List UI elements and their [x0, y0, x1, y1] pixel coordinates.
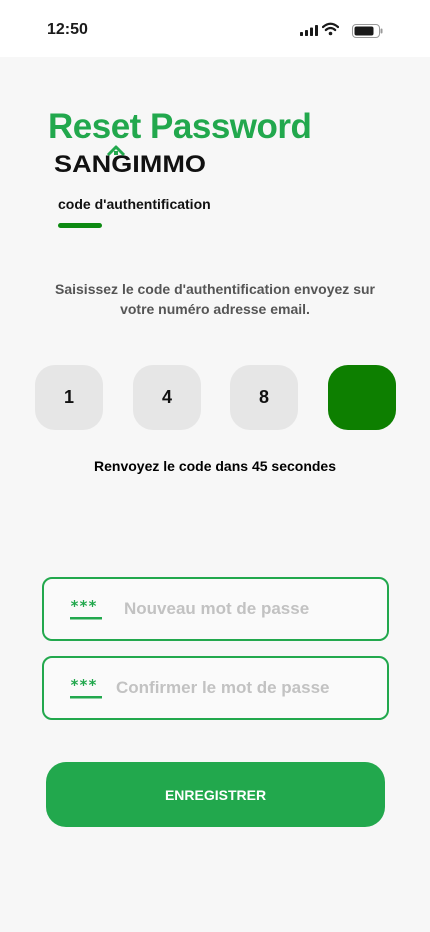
wifi-icon	[322, 22, 339, 36]
otp-digit-4[interactable]	[328, 365, 396, 430]
svg-text:SANGIMMO: SANGIMMO	[54, 151, 206, 178]
otp-digit-2[interactable]: 4	[133, 365, 201, 430]
password-icon: ***	[70, 599, 102, 620]
svg-text:***: ***	[70, 678, 97, 694]
battery-icon	[352, 24, 383, 38]
new-password-field[interactable]: ***	[42, 577, 389, 641]
page-title: Reset Password	[48, 107, 312, 146]
resend-countdown: Renvoyez le code dans 45 secondes	[94, 458, 336, 474]
otp-digit-3[interactable]: 8	[230, 365, 298, 430]
status-bar: 12:50	[0, 0, 430, 57]
otp-input-group: 1 4 8	[0, 365, 430, 431]
svg-text:***: ***	[70, 599, 97, 615]
password-icon: ***	[70, 678, 102, 699]
signal-icon	[300, 25, 318, 36]
instructions-text: Saisissez le code d'authentification env…	[55, 281, 375, 317]
confirm-password-input[interactable]	[116, 658, 377, 718]
save-button[interactable]: ENREGISTRER	[46, 762, 385, 827]
tab-indicator	[58, 223, 102, 228]
tab-authentication-code: code d'authentification	[58, 196, 211, 212]
status-time: 12:50	[47, 21, 88, 38]
confirm-password-field[interactable]: ***	[42, 656, 389, 720]
brand-logo: SANGIMMO	[54, 145, 206, 178]
new-password-input[interactable]	[124, 579, 377, 639]
otp-digit-1[interactable]: 1	[35, 365, 103, 430]
